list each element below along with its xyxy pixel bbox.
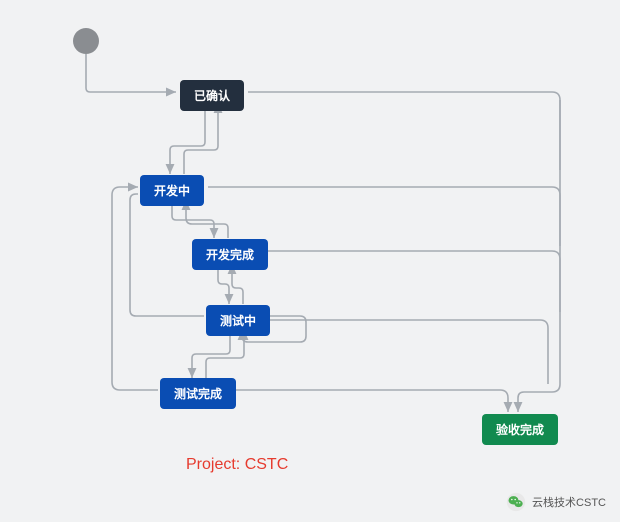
node-label: 开发中 xyxy=(154,184,190,198)
node-test-done: 测试完成 xyxy=(160,378,236,409)
project-caption: Project: CSTC xyxy=(186,456,288,474)
node-dev-done: 开发完成 xyxy=(192,239,268,270)
workflow-diagram: 已确认 开发中 开发完成 测试中 测试完成 验收完成 Project: CSTC… xyxy=(0,0,620,522)
start-node xyxy=(73,28,99,54)
node-label: 测试中 xyxy=(220,314,256,328)
node-label: 开发完成 xyxy=(206,248,254,262)
wechat-icon xyxy=(506,492,526,512)
node-label: 已确认 xyxy=(194,89,230,103)
node-label: 验收完成 xyxy=(496,423,544,437)
node-confirmed: 已确认 xyxy=(180,80,244,111)
node-in-dev: 开发中 xyxy=(140,175,204,206)
footer-brand: 云栈技术CSTC xyxy=(506,492,606,512)
footer-text: 云栈技术CSTC xyxy=(532,494,606,510)
node-accept-done: 验收完成 xyxy=(482,414,558,445)
node-label: 测试完成 xyxy=(174,387,222,401)
node-in-test: 测试中 xyxy=(206,305,270,336)
